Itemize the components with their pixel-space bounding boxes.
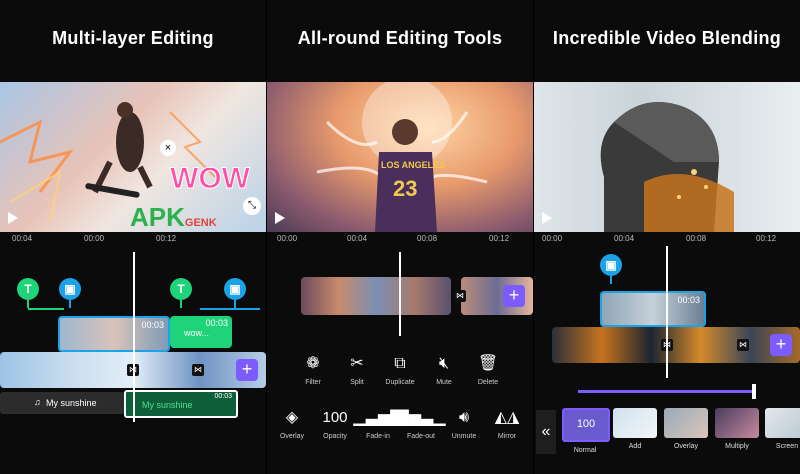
play-icon[interactable] (275, 212, 285, 224)
delete-tool[interactable]: 🗑︎ Delete (463, 355, 513, 386)
timeline-ruler: 00:00 00:04 00:08 00:12 (267, 232, 533, 252)
play-icon[interactable] (8, 212, 18, 224)
panel-title: Multi-layer Editing (52, 28, 214, 48)
playhead[interactable] (133, 252, 135, 422)
trash-icon: 🗑︎ (477, 355, 499, 372)
music-icon: ♫ (34, 397, 41, 407)
video-clip[interactable] (301, 277, 451, 315)
transition-icon[interactable]: ⋈ (737, 339, 749, 351)
filter-tool[interactable]: ❁ Filter (288, 355, 338, 386)
playhead[interactable] (399, 252, 401, 336)
video-preview[interactable]: × WOW ⤡ APKGENK (0, 82, 266, 232)
transition-icon[interactable]: ⋈ (454, 290, 466, 302)
blend-mode-overlay[interactable]: Overlay (663, 408, 709, 450)
panel-editing-tools: All-round Editing Tools LOS ANGELES 23 0… (267, 0, 533, 474)
sticker-track-line (200, 308, 260, 310)
main-video-clip[interactable] (552, 327, 800, 363)
blend-slider-track[interactable] (578, 390, 754, 393)
sticker-layer-pin[interactable]: ▣ (224, 278, 246, 308)
text-clip[interactable]: 00:03 wow... (170, 316, 232, 348)
selected-audio-clip[interactable]: 00:03 My sunshine (124, 390, 238, 418)
double-exposure-scene (600, 102, 734, 232)
text-layer-pin[interactable]: T (17, 278, 39, 308)
playhead[interactable] (666, 246, 668, 378)
panel-multi-layer: Multi-layer Editing × WOW ⤡ APKGENK 00:0… (0, 0, 266, 474)
resize-icon[interactable]: ⤡ (243, 197, 261, 215)
collapse-icon[interactable]: « (536, 410, 556, 454)
splash-scene (316, 82, 488, 232)
mirror-icon: ◭◮ (494, 409, 520, 426)
panel-title: Incredible Video Blending (552, 28, 782, 48)
play-icon[interactable] (542, 212, 552, 224)
audio-track[interactable]: ♫ My sunshine (0, 392, 126, 414)
mute-icon: 🔇︎ (438, 355, 450, 372)
filter-icon: ❁ (306, 355, 320, 372)
panel-title: All-round Editing Tools (297, 28, 503, 48)
add-clip-button[interactable]: + (770, 334, 792, 356)
panel-video-blending: Incredible Video Blending 00:00 00:04 00… (534, 0, 800, 474)
close-icon[interactable]: × (160, 140, 176, 156)
overlay-video-clip[interactable]: 00:03 (600, 291, 706, 327)
mirror-tool[interactable]: ◭◮ Mirror (482, 409, 532, 440)
text-track-line (28, 308, 64, 310)
duplicate-tool[interactable]: ⧉ Duplicate (375, 355, 425, 386)
add-clip-button[interactable]: + (503, 285, 525, 307)
overlay-video-clip[interactable]: 00:03 (58, 316, 170, 352)
wow-sticker[interactable]: WOW (170, 162, 251, 196)
transition-icon[interactable]: ⋈ (192, 364, 204, 376)
video-preview[interactable] (534, 82, 800, 232)
blend-mode-add[interactable]: Add (612, 408, 658, 450)
video-preview[interactable]: LOS ANGELES 23 (267, 82, 533, 232)
mute-tool[interactable]: 🔇︎ Mute (419, 355, 469, 386)
sticker-layer-pin[interactable]: ▣ (59, 278, 81, 308)
text-layer-pin[interactable]: T (170, 278, 192, 308)
jersey-text: LOS ANGELES (381, 160, 446, 170)
blend-mode-screen[interactable]: Screen (764, 408, 800, 450)
add-clip-button[interactable]: + (236, 359, 258, 381)
blend-slider-handle[interactable] (752, 384, 756, 399)
blend-mode-normal[interactable]: 100 Normal (562, 408, 610, 454)
watermark-logo: APKGENK (130, 202, 217, 232)
timeline-ruler: 00:04 00:00 00:12 (0, 232, 266, 252)
overlay-pin[interactable]: ▣ (600, 254, 622, 284)
duplicate-icon: ⧉ (394, 355, 406, 372)
audio-label: My sunshine (46, 398, 97, 408)
blend-mode-multiply[interactable]: Multiply (714, 408, 760, 450)
jersey-number: 23 (393, 176, 418, 201)
